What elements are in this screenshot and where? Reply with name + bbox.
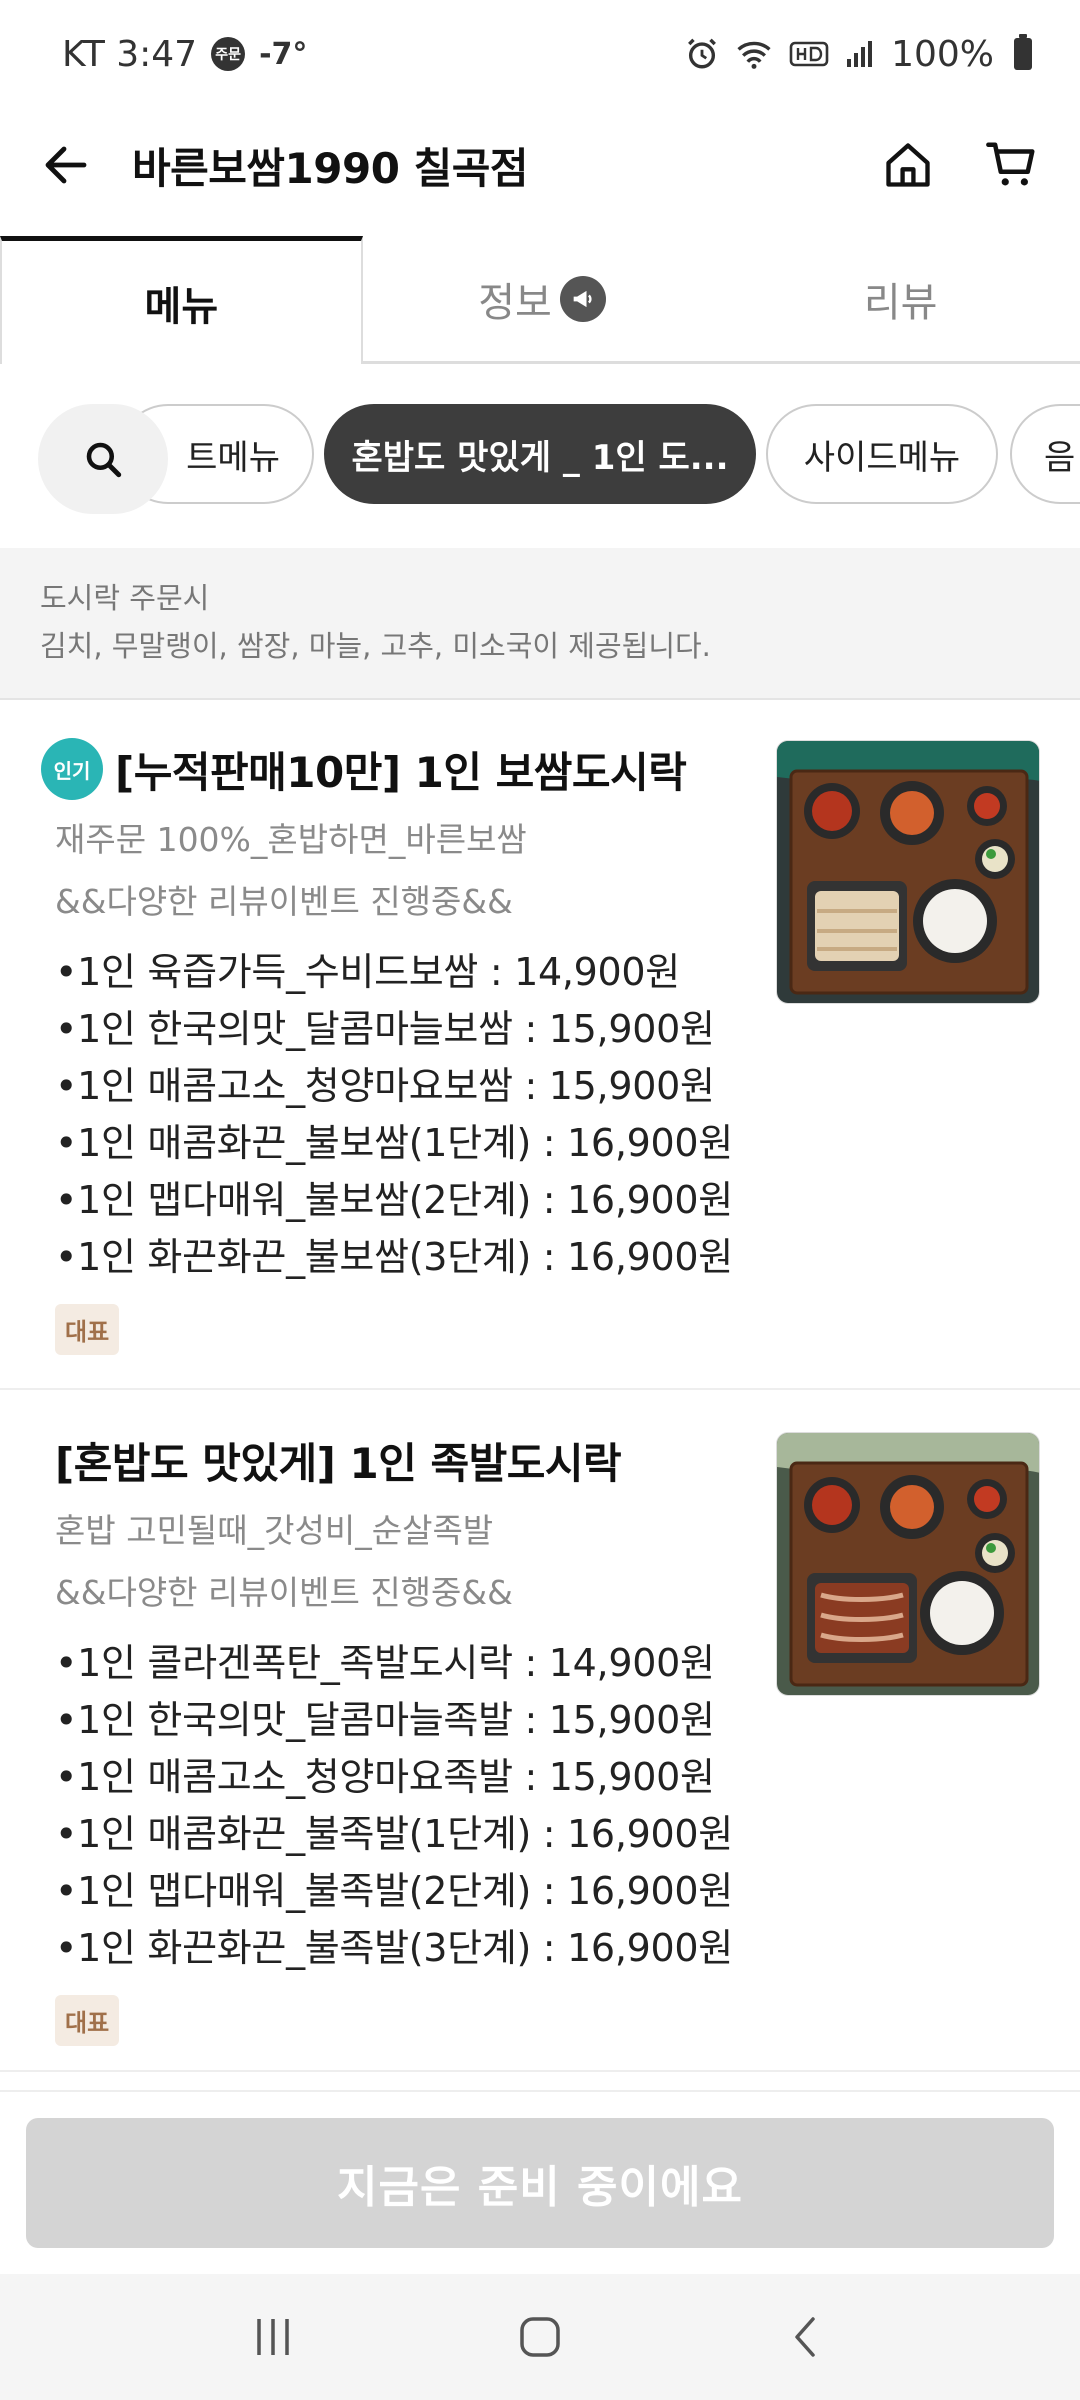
menu-option: •1인 매콤화끈_불보쌈(1단계) : 16,900원: [55, 1121, 733, 1165]
notice-line-1: 도시락 주문시: [40, 581, 210, 615]
menu-option: •1인 화끈화끈_불보쌈(3단계) : 16,900원: [55, 1235, 733, 1279]
megaphone-icon: [559, 275, 606, 322]
category-chip-label: 사이드메뉴: [803, 437, 961, 478]
menu-option: •1인 화끈화끈_불족발(3단계) : 16,900원: [55, 1926, 733, 1970]
menu-option: •1인 매콤화끈_불족발(1단계) : 16,900원: [55, 1812, 733, 1856]
category-chip-label: 트메뉴: [186, 437, 280, 478]
carrier-time: KT 3:47: [62, 33, 198, 75]
category-chips: 트메뉴 혼밥도 맛있게 _ 1인 도... 사이드메뉴 음: [0, 394, 1080, 514]
recents-icon: [257, 2319, 290, 2355]
menu-item-desc: 혼밥 고민될때_갓성비_순살족발: [55, 1511, 494, 1550]
category-chip-solo-lunchbox[interactable]: 혼밥도 맛있게 _ 1인 도...: [324, 404, 756, 504]
tab-review[interactable]: 리뷰: [721, 236, 1080, 361]
back-button[interactable]: [36, 135, 96, 195]
notice-line-2: 김치, 무말랭이, 쌈장, 마늘, 고추, 미소국이 제공됩니다.: [40, 629, 711, 663]
back-nav-button[interactable]: [757, 2297, 857, 2377]
wifi-icon: [735, 37, 773, 71]
menu-item-options: •1인 콜라겐폭탄_족발도시락 : 14,900원 •1인 한국의맛_달콤마늘족…: [55, 1635, 755, 1977]
hd-voice-icon: [789, 39, 829, 69]
cart-button[interactable]: [980, 133, 1044, 197]
menu-item-bossam-lunchbox[interactable]: 인기 [누적판매10만] 1인 보쌈도시락 재주문 100%_혼밥하면_바른보쌈…: [0, 702, 1080, 1390]
category-chip-drinks[interactable]: 음: [1010, 404, 1080, 504]
bottom-action-area: 지금은 준비 중이에요: [0, 2090, 1080, 2274]
system-nav-bar: [0, 2274, 1080, 2400]
menu-option: •1인 맵다매워_불족발(2단계) : 16,900원: [55, 1869, 733, 1913]
menu-item-desc2: &&다양한 리뷰이벤트 진행중&&: [55, 882, 513, 921]
alarm-icon: [685, 37, 719, 71]
category-chip-label: 혼밥도 맛있게 _ 1인 도...: [351, 437, 729, 478]
search-icon: [86, 442, 122, 478]
cart-icon: [986, 142, 1035, 186]
menu-item-title: [누적판매10만] 1인 보쌈도시락: [115, 747, 687, 797]
tab-review-label: 리뷰: [863, 279, 938, 326]
temperature: -7°: [259, 36, 308, 72]
signal-icon: [845, 39, 875, 69]
menu-item-photo: [776, 740, 1040, 1004]
tab-info-label: 정보: [478, 279, 552, 326]
menu-item-desc2: &&다양한 리뷰이벤트 진행중&&: [55, 1573, 513, 1612]
back-nav-icon: [794, 2317, 815, 2357]
preparing-button[interactable]: 지금은 준비 중이에요: [26, 2118, 1054, 2248]
back-arrow-icon: [45, 146, 87, 184]
order-notification-icon: 주문: [211, 37, 246, 71]
category-notice: 도시락 주문시 김치, 무말랭이, 쌈장, 마늘, 고추, 미소국이 제공됩니다…: [0, 548, 1080, 700]
representative-tag: 대표: [55, 1995, 120, 2046]
home-button[interactable]: [876, 133, 940, 197]
menu-option: •1인 콜라겐폭탄_족발도시락 : 14,900원: [55, 1641, 715, 1685]
recents-button[interactable]: [223, 2297, 323, 2377]
menu-option: •1인 육즙가득_수비드보쌈 : 14,900원: [55, 950, 680, 994]
menu-item-jokbal-lunchbox[interactable]: [혼밥도 맛있게] 1인 족발도시락 혼밥 고민될때_갓성비_순살족발 &&다양…: [0, 1392, 1080, 2072]
status-bar: KT 3:47 주문 -7° 100%: [0, 0, 1080, 108]
store-tabs: 메뉴 정보 리뷰: [0, 236, 1080, 364]
menu-item-options: •1인 육즙가득_수비드보쌈 : 14,900원 •1인 한국의맛_달콤마늘보쌈…: [55, 944, 755, 1286]
battery-percent: 100%: [891, 33, 994, 75]
menu-option: •1인 한국의맛_달콤마늘보쌈 : 15,900원: [55, 1007, 715, 1051]
menu-option: •1인 매콤고소_청양마요보쌈 : 15,900원: [55, 1064, 715, 1108]
representative-tag: 대표: [55, 1304, 120, 1355]
category-chip-label: 음: [1044, 437, 1076, 478]
home-nav-button[interactable]: [490, 2297, 590, 2377]
home-nav-icon: [520, 2317, 560, 2357]
menu-option: •1인 맵다매워_불보쌈(2단계) : 16,900원: [55, 1178, 733, 1222]
status-left: KT 3:47 주문 -7°: [62, 34, 307, 75]
popular-badge: 인기: [41, 738, 103, 800]
tab-info[interactable]: 정보: [363, 236, 722, 361]
store-header: 바른보쌈1990 칠곡점: [0, 108, 1080, 222]
status-right: 100%: [685, 34, 1032, 75]
home-icon: [886, 143, 930, 187]
battery-icon: [1014, 34, 1032, 70]
tab-menu[interactable]: 메뉴: [0, 236, 363, 364]
menu-option: •1인 매콤고소_청양마요족발 : 15,900원: [55, 1755, 715, 1799]
menu-option: •1인 한국의맛_달콤마늘족발 : 15,900원: [55, 1698, 715, 1742]
menu-item-photo: [776, 1432, 1040, 1696]
menu-item-title: [혼밥도 맛있게] 1인 족발도시락: [55, 1439, 622, 1488]
menu-item-desc: 재주문 100%_혼밥하면_바른보쌈: [55, 820, 527, 859]
category-chip-side-menu[interactable]: 사이드메뉴: [766, 404, 998, 504]
menu-search-button[interactable]: [38, 404, 168, 514]
tab-menu-label: 메뉴: [144, 283, 219, 330]
store-title: 바른보쌈1990 칠곡점: [132, 143, 529, 193]
